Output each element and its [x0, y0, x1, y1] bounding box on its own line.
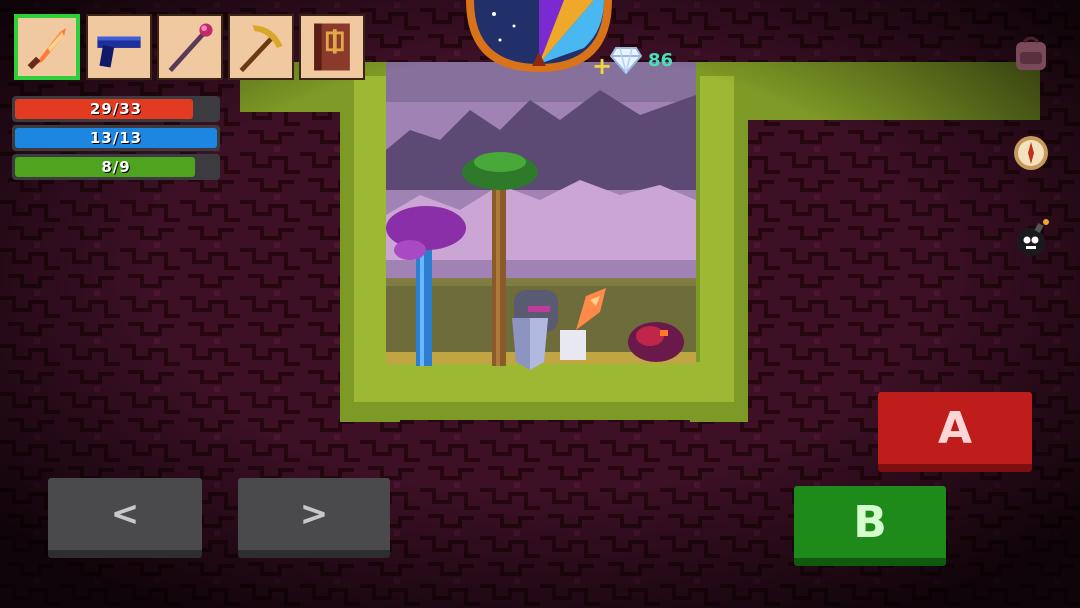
a-button[interactable]: A — [878, 392, 1032, 472]
stamina-text: 8/9 — [101, 158, 131, 176]
flame-sword-icon — [27, 28, 66, 70]
stamina-bar: 8/9 — [12, 154, 220, 180]
pistol-icon — [97, 36, 141, 68]
mana-bar: 13/13 — [12, 125, 220, 151]
mana-text: 13/13 — [89, 129, 143, 147]
hotbar-slot-fire-sword[interactable] — [14, 14, 80, 80]
gem-count: 86 — [648, 50, 674, 71]
hotbar-slot-pistol[interactable] — [86, 14, 152, 80]
health-bar: 29/33 — [12, 96, 220, 122]
b-button-label: B — [853, 496, 887, 548]
move-right-label: > — [299, 494, 329, 534]
pickaxe-icon — [239, 25, 283, 73]
diamond-icon — [610, 47, 642, 74]
hotbar-slot-book[interactable] — [299, 14, 365, 80]
move-left-button[interactable]: < — [48, 478, 202, 558]
bomb-icon[interactable] — [1014, 218, 1054, 258]
move-left-label: < — [110, 494, 140, 534]
move-right-button[interactable]: > — [238, 478, 390, 558]
backpack-icon[interactable] — [1010, 32, 1052, 74]
staff-icon — [168, 23, 213, 73]
b-button[interactable]: B — [794, 486, 946, 566]
compass-icon[interactable] — [1012, 134, 1050, 172]
hotbar-slot-pickaxe[interactable] — [228, 14, 294, 80]
book-icon — [314, 23, 350, 71]
hotbar-slot-staff[interactable] — [157, 14, 223, 80]
health-text: 29/33 — [89, 100, 143, 118]
a-button-label: A — [937, 402, 973, 454]
